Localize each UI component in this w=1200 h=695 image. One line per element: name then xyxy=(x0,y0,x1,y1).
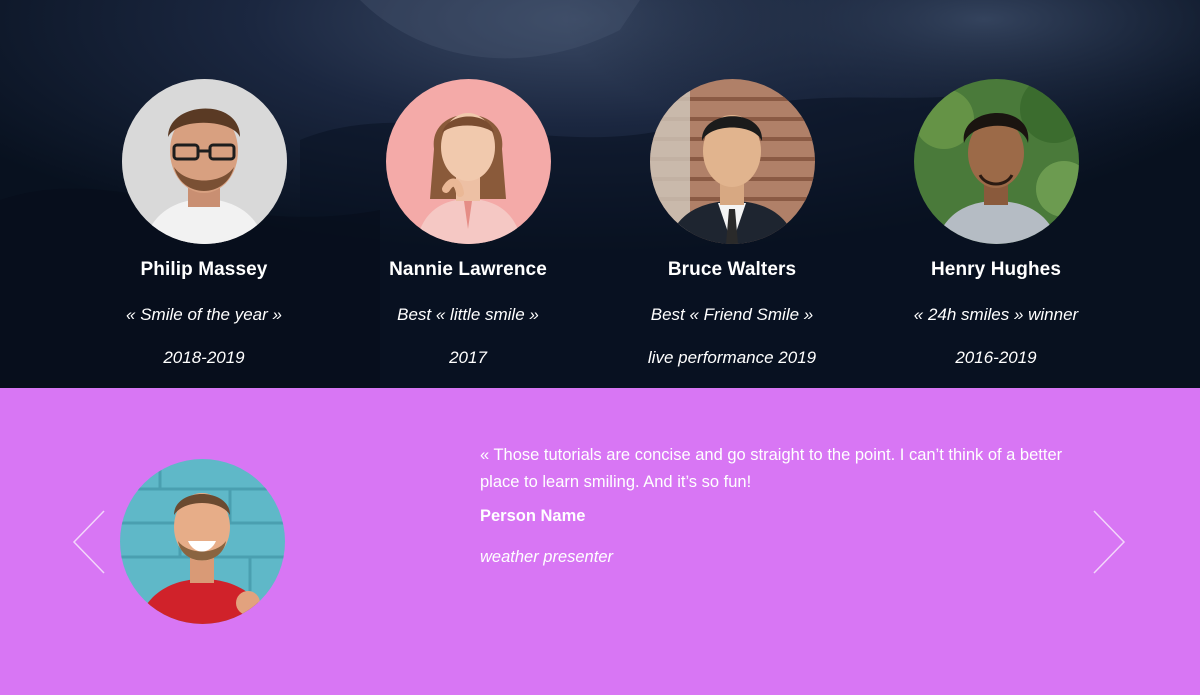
testimonial-person-name: Person Name xyxy=(480,507,586,525)
member-award: Best « little smile » xyxy=(397,305,539,324)
team-member-card: Bruce Walters Best « Friend Smile » live… xyxy=(600,79,864,369)
team-members: Philip Massey « Smile of the year » 2018… xyxy=(0,0,1200,388)
team-member-card: Henry Hughes « 24h smiles » winner 2016-… xyxy=(864,79,1128,369)
testimonial-content: « Those tutorials are concise and go str… xyxy=(480,442,1080,568)
member-years: 2016-2019 xyxy=(955,348,1037,367)
member-avatar xyxy=(385,79,551,244)
member-years: 2017 xyxy=(449,348,487,367)
member-name: Philip Massey xyxy=(140,259,268,280)
team-section: Philip Massey « Smile of the year » 2018… xyxy=(0,0,1200,388)
member-years: 2018-2019 xyxy=(163,348,245,367)
member-avatar xyxy=(121,79,287,244)
testimonial-person-role: weather presenter xyxy=(480,548,613,566)
member-award: « 24h smiles » winner xyxy=(913,305,1079,324)
member-name: Nannie Lawrence xyxy=(389,259,547,280)
member-name: Henry Hughes xyxy=(930,259,1061,280)
testimonial-avatar xyxy=(120,459,285,624)
team-member-card: Philip Massey « Smile of the year » 2018… xyxy=(72,79,336,369)
member-award: Best « Friend Smile » xyxy=(650,305,814,324)
member-name: Bruce Walters xyxy=(667,259,797,280)
member-years: live performance 2019 xyxy=(647,348,817,367)
member-award: « Smile of the year » xyxy=(126,305,282,324)
member-avatar xyxy=(913,79,1079,244)
chevron-left-icon[interactable] xyxy=(72,510,106,574)
testimonial-quote: « Those tutorials are concise and go str… xyxy=(480,446,1063,491)
team-member-card: Nannie Lawrence Best « little smile » 20… xyxy=(336,79,600,369)
chevron-right-icon[interactable] xyxy=(1092,510,1126,574)
member-avatar xyxy=(649,79,815,244)
testimonial-section: « Those tutorials are concise and go str… xyxy=(0,388,1200,695)
